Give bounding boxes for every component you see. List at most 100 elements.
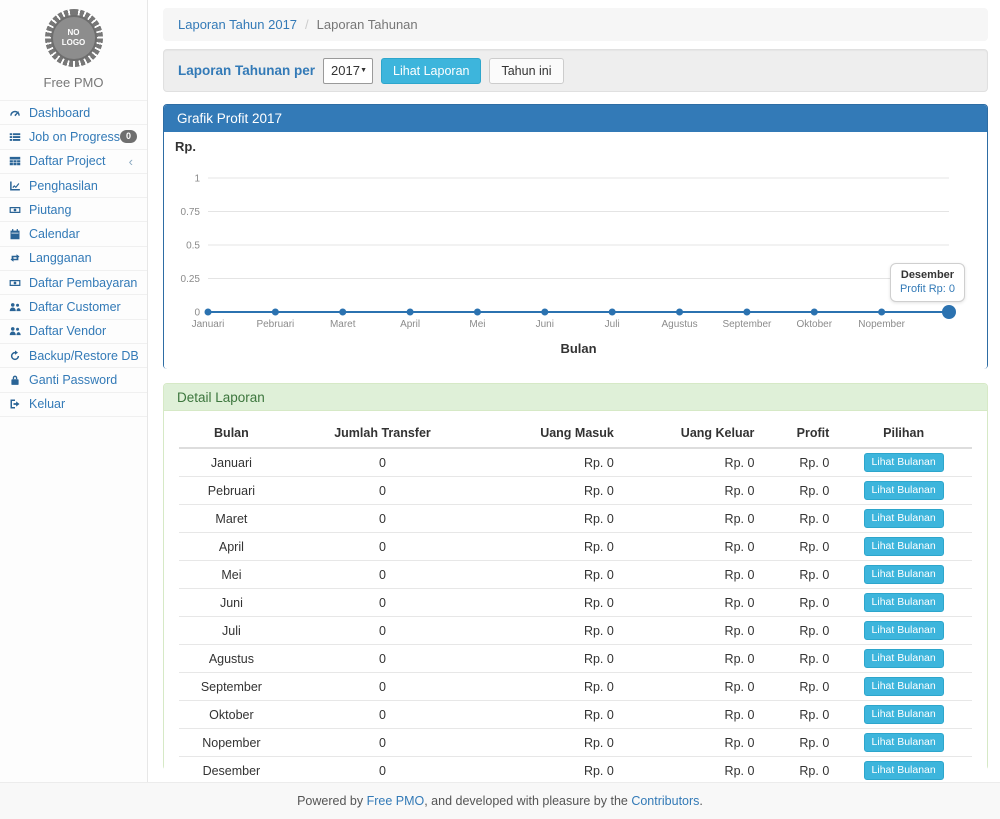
- lihat-bulanan-button[interactable]: Lihat Bulanan: [864, 593, 944, 612]
- lihat-bulanan-button[interactable]: Lihat Bulanan: [864, 565, 944, 584]
- cell-uang_masuk: Rp. 0: [481, 701, 620, 729]
- lihat-bulanan-button[interactable]: Lihat Bulanan: [864, 509, 944, 528]
- year-select[interactable]: 2017 ▼: [323, 58, 373, 84]
- retweet-icon: [9, 252, 24, 264]
- cell-pilihan: Lihat Bulanan: [835, 757, 972, 785]
- sidebar-item-langganan[interactable]: Langganan: [0, 247, 147, 271]
- cell-bulan: Juni: [179, 589, 284, 617]
- data-point[interactable]: [541, 309, 548, 316]
- sidebar-item-daftar-customer[interactable]: Daftar Customer: [0, 295, 147, 319]
- lihat-bulanan-button[interactable]: Lihat Bulanan: [864, 621, 944, 640]
- chart-tooltip: Desember Profit Rp: 0: [890, 263, 965, 302]
- cell-pilihan: Lihat Bulanan: [835, 533, 972, 561]
- sidebar-item-daftar-pembayaran[interactable]: Daftar Pembayaran: [0, 271, 147, 295]
- cell-profit: Rp. 0: [760, 477, 835, 505]
- breadcrumb-current: Laporan Tahunan: [317, 17, 418, 32]
- cell-jumlah_transfer: 0: [284, 729, 481, 757]
- sidebar-item-daftar-project[interactable]: Daftar Project ‹: [0, 150, 147, 174]
- calendar-icon: [9, 228, 24, 240]
- users-icon: [9, 301, 24, 313]
- cell-bulan: Januari: [179, 448, 284, 477]
- x-tick-label: Oktober: [796, 319, 832, 330]
- lihat-bulanan-button[interactable]: Lihat Bulanan: [864, 649, 944, 668]
- cell-pilihan: Lihat Bulanan: [835, 477, 972, 505]
- col-header-profit: Profit: [760, 420, 835, 448]
- x-tick-label: April: [400, 319, 420, 330]
- cell-pilihan: Lihat Bulanan: [835, 589, 972, 617]
- y-tick-label: 0: [194, 308, 200, 319]
- tahun-ini-button[interactable]: Tahun ini: [489, 58, 563, 84]
- table-row: Pebruari0Rp. 0Rp. 0Rp. 0Lihat Bulanan: [179, 477, 972, 505]
- table-header-row: Bulan Jumlah Transfer Uang Masuk Uang Ke…: [179, 420, 972, 448]
- data-point[interactable]: [407, 309, 414, 316]
- chevron-left-icon: ‹: [129, 155, 133, 168]
- lihat-laporan-button[interactable]: Lihat Laporan: [381, 58, 481, 84]
- cell-jumlah_transfer: 0: [284, 448, 481, 477]
- caret-down-icon: ▼: [360, 67, 367, 74]
- lihat-bulanan-button[interactable]: Lihat Bulanan: [864, 481, 944, 500]
- data-point[interactable]: [339, 309, 346, 316]
- data-point[interactable]: [474, 309, 481, 316]
- no-logo-text: NO LOGO: [51, 15, 97, 61]
- data-point[interactable]: [272, 309, 279, 316]
- year-select-value: 2017: [331, 63, 360, 78]
- sidebar-item-backup-restore-db[interactable]: Backup/Restore DB: [0, 344, 147, 368]
- data-point[interactable]: [811, 309, 818, 316]
- footer-link-contributors[interactable]: Contributors: [631, 794, 699, 808]
- cell-uang_masuk: Rp. 0: [481, 729, 620, 757]
- data-point[interactable]: [676, 309, 683, 316]
- sidebar-item-keluar[interactable]: Keluar: [0, 393, 147, 417]
- col-header-uang-keluar: Uang Keluar: [620, 420, 761, 448]
- sidebar-menu: Dashboard Job on Progress 0 Daftar Proje…: [0, 100, 147, 417]
- breadcrumb-link-laporan-tahun[interactable]: Laporan Tahun 2017: [178, 17, 297, 32]
- lihat-bulanan-button[interactable]: Lihat Bulanan: [864, 733, 944, 752]
- data-point[interactable]: [743, 309, 750, 316]
- data-point[interactable]: [878, 309, 885, 316]
- cell-uang_masuk: Rp. 0: [481, 505, 620, 533]
- x-tick-label: Juni: [536, 319, 554, 330]
- sidebar-item-penghasilan[interactable]: Penghasilan: [0, 174, 147, 198]
- x-axis-label: Bulan: [208, 341, 949, 356]
- cell-profit: Rp. 0: [760, 729, 835, 757]
- sidebar-item-dashboard[interactable]: Dashboard: [0, 101, 147, 125]
- table-row: Juli0Rp. 0Rp. 0Rp. 0Lihat Bulanan: [179, 617, 972, 645]
- x-tick-label: Nopember: [858, 319, 905, 330]
- cell-uang_masuk: Rp. 0: [481, 533, 620, 561]
- money-icon: [9, 204, 24, 216]
- sidebar-item-job-on-progress[interactable]: Job on Progress 0: [0, 125, 147, 149]
- cell-pilihan: Lihat Bulanan: [835, 561, 972, 589]
- sidebar-item-piutang[interactable]: Piutang: [0, 198, 147, 222]
- lihat-bulanan-button[interactable]: Lihat Bulanan: [864, 677, 944, 696]
- cell-bulan: Agustus: [179, 645, 284, 673]
- cell-pilihan: Lihat Bulanan: [835, 701, 972, 729]
- cell-profit: Rp. 0: [760, 505, 835, 533]
- data-point[interactable]: [205, 309, 212, 316]
- footer-link-free-pmo[interactable]: Free PMO: [367, 794, 425, 808]
- sidebar-item-ganti-password[interactable]: Ganti Password: [0, 368, 147, 392]
- x-tick-label: Mei: [469, 319, 485, 330]
- col-header-pilihan: Pilihan: [835, 420, 972, 448]
- lihat-bulanan-button[interactable]: Lihat Bulanan: [864, 453, 944, 472]
- lihat-bulanan-button[interactable]: Lihat Bulanan: [864, 705, 944, 724]
- cell-profit: Rp. 0: [760, 701, 835, 729]
- cell-profit: Rp. 0: [760, 533, 835, 561]
- cell-bulan: Mei: [179, 561, 284, 589]
- data-point-highlighted[interactable]: [942, 305, 956, 319]
- sidebar-item-calendar[interactable]: Calendar: [0, 222, 147, 246]
- cell-uang_keluar: Rp. 0: [620, 561, 761, 589]
- sidebar-item-daftar-vendor[interactable]: Daftar Vendor: [0, 320, 147, 344]
- cell-jumlah_transfer: 0: [284, 617, 481, 645]
- lihat-bulanan-button[interactable]: Lihat Bulanan: [864, 537, 944, 556]
- cell-pilihan: Lihat Bulanan: [835, 645, 972, 673]
- lihat-bulanan-button[interactable]: Lihat Bulanan: [864, 761, 944, 780]
- brand-name: Free PMO: [0, 75, 147, 90]
- data-point[interactable]: [609, 309, 616, 316]
- x-tick-label: Juli: [605, 319, 620, 330]
- cell-uang_masuk: Rp. 0: [481, 673, 620, 701]
- table-row: Desember0Rp. 0Rp. 0Rp. 0Lihat Bulanan: [179, 757, 972, 785]
- x-tick-label: Pebruari: [256, 319, 294, 330]
- cell-bulan: Maret: [179, 505, 284, 533]
- cell-profit: Rp. 0: [760, 673, 835, 701]
- x-tick-label: Agustus: [661, 319, 697, 330]
- tasks-icon: [9, 131, 24, 143]
